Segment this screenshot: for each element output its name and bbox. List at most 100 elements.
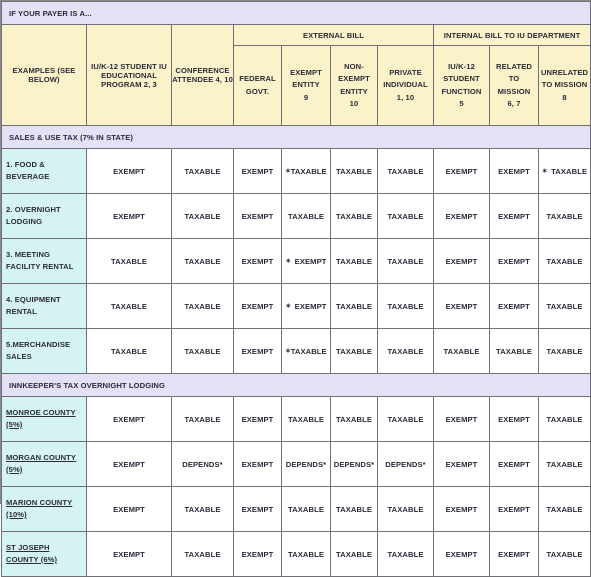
sales-use-banner: SALES & USE TAX (7% IN STATE) [0, 125, 591, 149]
payer-banner-label: IF YOUR PAYER IS A... [9, 8, 92, 18]
row-label-line: 4. EQUIPMENT [6, 294, 61, 304]
table-cell: TAXABLE [86, 238, 172, 284]
table-cell: EXEMPT [489, 148, 539, 194]
table-cell: EXEMPT [86, 148, 172, 194]
table-cell: TAXABLE [86, 328, 172, 374]
table-cell: TAXABLE [377, 486, 434, 532]
row-label-line: ST JOSEPH [6, 542, 50, 552]
table-cell: EXEMPT [433, 396, 490, 442]
hdr-3-l1: GOVT. [245, 86, 270, 96]
table-cell: EXEMPT [86, 193, 172, 239]
table-row: 3. MEETING FACILITY RENTAL TAXABLE TAXABLE E… [1, 238, 591, 284]
table-cell: EXEMPT [86, 441, 172, 487]
row-label-line: LODGING [6, 217, 43, 226]
table-cell: EXEMPT [433, 148, 490, 194]
table-cell: TAXABLE [537, 238, 591, 284]
table-cell: TAXABLE [330, 486, 378, 532]
table-cell: TAXABLE [171, 283, 234, 329]
header-examples: EXAMPLES (SEE BELOW) [1, 24, 87, 126]
table-cell: EXEMPT [233, 238, 282, 284]
row-label-line: 3. MEETING [6, 249, 51, 259]
hdr-5-l1: EXEMPT [338, 74, 370, 83]
tax-matrix-body: IF YOUR PAYER IS A... EXAMPLES (SEE BELO… [0, 1, 591, 149]
tax-matrix-sheet: IF YOUR PAYER IS A... EXAMPLES (SEE BELO… [0, 0, 591, 577]
header-examples-line-0: EXAMPLES [12, 66, 56, 75]
row-label: MARION COUNTY (10%) [1, 486, 87, 532]
table-cell: EXEMPT [433, 193, 490, 239]
table-cell: TAXABLE [377, 328, 434, 374]
header-group-external-bill: EXTERNAL BILL [233, 24, 434, 46]
table-cell: TAXABLE [537, 396, 591, 442]
table-cell: TAXABLE [171, 328, 234, 374]
hdr-9-l0: UNRELATED [540, 67, 589, 77]
hdr-4-l2: 9 [303, 92, 309, 102]
table-cell: EXEMPT [233, 441, 282, 487]
hdr-9-l1: TO MISSION [541, 80, 588, 90]
hdr-1-l0: IU/K-12 STUDENT [91, 61, 157, 71]
table-cell: ✶ TAXABLE [537, 148, 591, 194]
hdr-2-l2: 4, 10 [215, 75, 233, 84]
table-cell: TAXABLE [171, 238, 234, 284]
table-cell: TAXABLE [171, 148, 234, 194]
table-cell: DEPENDS* [281, 441, 331, 487]
table-cell: EXEMPT [433, 531, 490, 577]
hdr-8-l2: MISSION [497, 86, 531, 96]
hdr-6-l0: PRIVATE [389, 67, 422, 77]
table-cell: ✶ EXEMPT [281, 238, 331, 284]
table-cell: EXEMPT [86, 531, 172, 577]
row-label-line: MORGAN COUNTY [6, 452, 77, 462]
hdr-8-l1: TO [508, 74, 520, 83]
table-row: MARION COUNTY (10%) EXEMPT TAXABLE EXEMPT TAX… [1, 486, 591, 532]
table-cell: ✶TAXABLE [281, 148, 331, 194]
table-row: ST JOSEPH COUNTY (6%) EXEMPT TAXABLE EXEMPT T… [1, 531, 591, 577]
table-cell: EXEMPT [489, 531, 539, 577]
row-label: 4. EQUIPMENT RENTAL [1, 283, 87, 329]
table-cell: TAXABLE [537, 486, 591, 532]
row-label-line: (5%) [6, 465, 23, 474]
table-cell: TAXABLE [330, 531, 378, 577]
header-group-internal-bill: INTERNAL BILL TO IU DEPARTMENT [432, 24, 591, 46]
table-cell: TAXABLE [330, 396, 378, 442]
header-conference-attendee: CONFERENCE ATTENDEE 4, 10 [171, 24, 234, 126]
row-label-line: 2. OVERNIGHT [6, 204, 61, 214]
table-cell: ✶ EXEMPT [281, 283, 331, 329]
footnote-star-icon: ✶ [285, 347, 291, 355]
tax-matrix-table: IF YOUR PAYER IS A... EXAMPLES (SEE BELO… [0, 1, 591, 577]
table-cell: EXEMPT [86, 486, 172, 532]
hdr-4-l1: ENTITY [292, 80, 320, 90]
footnote-star-icon: ✶ [285, 257, 291, 265]
hdr-1-l3: 2, 3 [143, 79, 157, 89]
table-cell: EXEMPT [433, 486, 490, 532]
table-cell: EXEMPT [489, 283, 539, 329]
hdr-6-l1: INDIVIDUAL [383, 80, 428, 90]
row-label: MONROE COUNTY (5%) [1, 396, 87, 442]
table-cell: TAXABLE [377, 396, 434, 442]
table-cell: TAXABLE [330, 283, 378, 329]
table-cell: EXEMPT [433, 441, 490, 487]
row-label: 2. OVERNIGHT LODGING [1, 193, 87, 239]
hdr-5-l3: 10 [349, 99, 359, 108]
hdr-2-l1: ATTENDEE [172, 75, 214, 84]
table-cell: TAXABLE [281, 531, 331, 577]
table-row: MONROE COUNTY (5%) EXEMPT TAXABLE EXEMPT TAXA… [1, 396, 591, 442]
table-cell: TAXABLE [377, 238, 434, 284]
hdr-8-l0: RELATED [496, 61, 532, 71]
table-cell: EXEMPT [233, 328, 282, 374]
row-label-line: BEVERAGE [6, 172, 50, 181]
hdr-1-l2: PROGRAM [101, 79, 142, 89]
table-cell: TAXABLE [489, 328, 539, 374]
header-exempt-entity: EXEMPT ENTITY 9 [281, 45, 331, 126]
hdr-6-l2: 1, 10 [396, 92, 415, 102]
hdr-7-l0: IU/K-12 [448, 61, 475, 71]
table-cell: EXEMPT [233, 283, 282, 329]
row-label-line: COUNTY (6%) [6, 555, 58, 564]
table-cell: EXEMPT [233, 193, 282, 239]
table-cell: TAXABLE [281, 396, 331, 442]
innkeepers-banner-label: INNKEEPER'S TAX OVERNIGHT LODGING [9, 380, 166, 390]
table-cell: TAXABLE [433, 328, 490, 374]
table-cell: EXEMPT [233, 148, 282, 194]
table-cell: TAXABLE [330, 238, 378, 284]
table-cell: EXEMPT [489, 486, 539, 532]
table-cell: TAXABLE [537, 328, 591, 374]
hdr-8-l3: 6, 7 [507, 99, 521, 108]
